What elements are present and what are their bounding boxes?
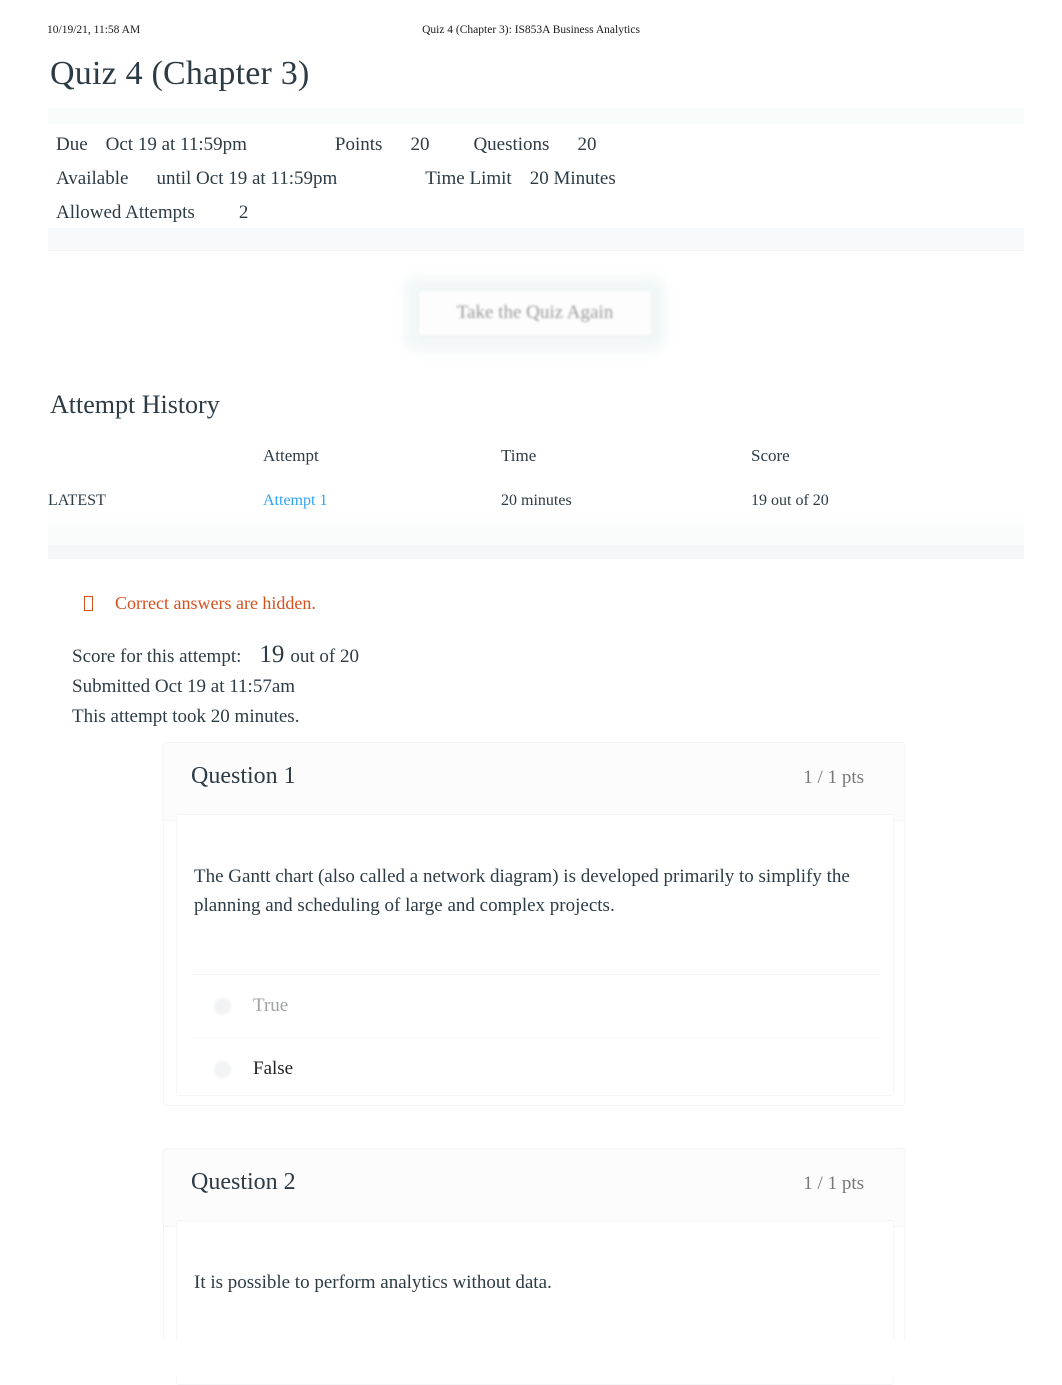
meta-divider	[48, 250, 1024, 251]
print-document-title: Quiz 4 (Chapter 3): IS853A Business Anal…	[422, 24, 640, 36]
quiz-detail-row-attempts: Allowed Attempts 2	[56, 196, 996, 230]
column-header-attempt: Attempt	[263, 446, 319, 465]
correct-answers-hidden-notice: Correct answers are hidden.	[84, 590, 316, 616]
column-header-kept	[48, 446, 263, 476]
attempt-history-footer-band-2	[48, 545, 1024, 559]
question-text-2: It is possible to perform analytics with…	[194, 1272, 552, 1293]
page-title: Quiz 4 (Chapter 3)	[50, 55, 310, 92]
radio-icon[interactable]	[214, 998, 231, 1015]
radio-icon[interactable]	[214, 1061, 231, 1078]
score-value: 19	[259, 641, 285, 668]
row-score: 19 out of 20	[751, 492, 829, 509]
column-header-time: Time	[501, 446, 537, 465]
submitted-line: Submitted Oct 19 at 11:57am	[72, 676, 296, 697]
answer-option-true[interactable]: True	[191, 974, 881, 1037]
attempt-history-head: Attempt Time Score	[48, 446, 1024, 476]
due-value: Oct 19 at 11:59pm	[105, 134, 247, 155]
attempt-score-summary: Score for this attempt: 19 out of 20 Submi…	[72, 640, 359, 732]
time-limit-label: Time Limit	[425, 168, 512, 189]
answer-label-false: False	[253, 1058, 294, 1079]
question-header-2: Question 2 1 / 1 pts	[164, 1149, 904, 1227]
answer-option-false[interactable]: False	[191, 1037, 881, 1100]
attempt-history-table: Attempt Time Score LATEST Attempt 1 20 m…	[48, 446, 1024, 528]
due-label: Due	[56, 134, 88, 155]
points-label: Points	[334, 134, 383, 155]
available-value: until Oct 19 at 11:59pm	[156, 168, 338, 189]
question-card-1: Question 1 1 / 1 pts The Gantt chart (al…	[163, 742, 905, 1106]
question-text-1: The Gantt chart (also called a network d…	[194, 866, 850, 916]
meta-top-band	[48, 108, 1024, 124]
questions-label: Questions	[473, 134, 550, 155]
page-bottom-whitespace	[0, 1340, 1062, 1377]
row-attempt-cell: Attempt 1	[263, 476, 501, 528]
question-points-2: 1 / 1 pts	[803, 1173, 864, 1194]
duration-line: This attempt took 20 minutes.	[72, 706, 300, 727]
available-label: Available	[56, 168, 129, 189]
row-kept-badge: LATEST	[48, 492, 106, 509]
allowed-attempts-value: 2	[238, 202, 249, 223]
print-header: 10/19/21, 11:58 AM Quiz 4 (Chapter 3): I…	[0, 24, 1062, 42]
question-name-2: Question 2	[191, 1169, 296, 1195]
attempt-history-heading: Attempt History	[50, 390, 220, 419]
time-limit-value: 20 Minutes	[529, 168, 616, 189]
question-points-1: 1 / 1 pts	[803, 767, 864, 788]
answer-label-true: True	[253, 995, 289, 1016]
quiz-detail-row-available: Available until Oct 19 at 11:59pm Time Lim…	[56, 162, 996, 196]
take-quiz-again-container: Take the Quiz Again	[406, 278, 664, 350]
table-header-row: Attempt Time Score	[48, 446, 1024, 476]
question-name-1: Question 1	[191, 763, 296, 789]
column-header-score: Score	[751, 446, 790, 465]
points-value: 20	[410, 134, 430, 155]
quiz-details: Due Oct 19 at 11:59pm Points 20 Questions 20 …	[56, 128, 996, 230]
meta-bottom-band	[48, 228, 1024, 250]
score-out-of: out of 20	[290, 646, 359, 667]
question-body-1: The Gantt chart (also called a network d…	[176, 814, 894, 1096]
attempt-link[interactable]: Attempt 1	[263, 492, 327, 509]
row-time: 20 minutes	[501, 492, 572, 509]
allowed-attempts-label: Allowed Attempts	[56, 202, 195, 223]
questions-value: 20	[577, 134, 597, 155]
score-for-attempt-line: Score for this attempt: 19 out of 20	[72, 640, 359, 672]
notice-text: Correct answers are hidden.	[115, 593, 316, 613]
quiz-detail-row-due: Due Oct 19 at 11:59pm Points 20 Questions 20	[56, 128, 996, 162]
score-label: Score for this attempt:	[72, 646, 242, 667]
warning-tofu-icon	[84, 596, 93, 611]
attempt-history-body: LATEST Attempt 1 20 minutes 19 out of 20	[48, 476, 1024, 528]
table-row: LATEST Attempt 1 20 minutes 19 out of 20	[48, 476, 1024, 528]
answer-list-1: True False	[191, 974, 881, 1100]
question-header-1: Question 1 1 / 1 pts	[164, 743, 904, 821]
take-quiz-again-button[interactable]: Take the Quiz Again	[418, 290, 652, 336]
